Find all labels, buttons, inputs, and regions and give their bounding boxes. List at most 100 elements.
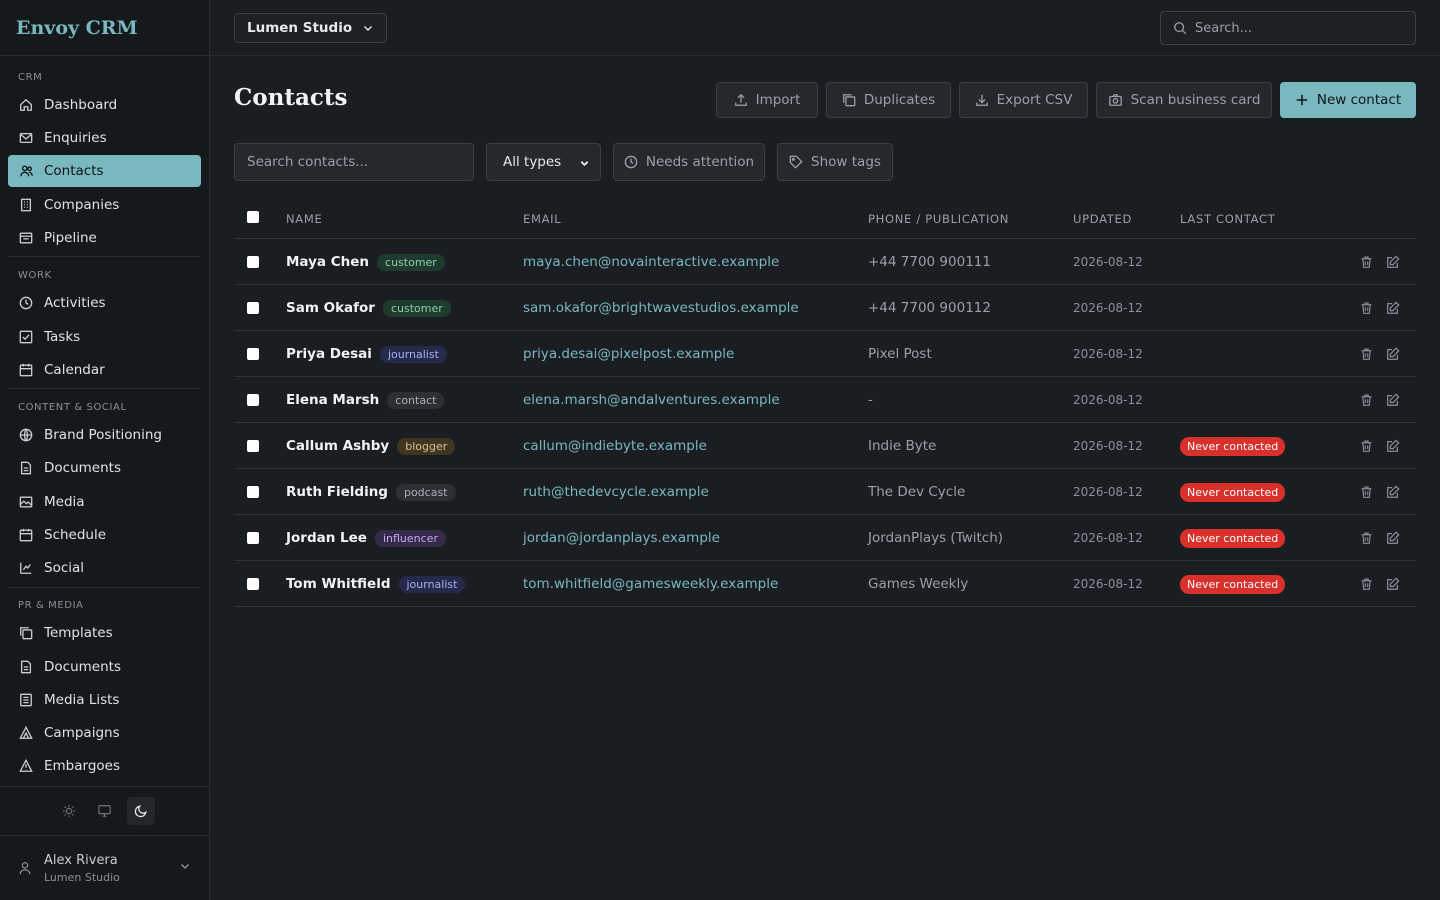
- row-checkbox[interactable]: [247, 256, 259, 268]
- duplicates-button[interactable]: Duplicates: [826, 82, 951, 118]
- select-all-checkbox[interactable]: [247, 211, 259, 223]
- sidebar-item-media-lists[interactable]: Media Lists: [8, 684, 201, 716]
- sidebar-item-embargoes[interactable]: Embargoes: [8, 750, 201, 782]
- global-search-input[interactable]: Search...: [1160, 11, 1416, 45]
- sidebar-item-enquiries[interactable]: Enquiries: [8, 122, 201, 154]
- contact-email-link[interactable]: elena.marsh@andalventures.example: [523, 377, 780, 423]
- sidebar-item-label: Social: [44, 560, 85, 576]
- table-row[interactable]: Tom Whitfield journalist tom.whitfield@gam…: [234, 561, 1416, 607]
- contact-type-select[interactable]: All types: [486, 143, 601, 181]
- contact-name-cell[interactable]: Elena Marsh contact: [286, 377, 445, 423]
- table-row[interactable]: Jordan Lee influencer jordan@jordanplays.e…: [234, 515, 1416, 561]
- delete-icon[interactable]: [1360, 347, 1373, 361]
- contact-name-cell[interactable]: Sam Okafor customer: [286, 285, 451, 331]
- delete-icon[interactable]: [1360, 439, 1373, 453]
- column-header-name[interactable]: NAME: [286, 212, 322, 226]
- contact-email-link[interactable]: priya.desai@pixelpost.example: [523, 331, 734, 377]
- row-checkbox[interactable]: [247, 578, 259, 590]
- edit-icon[interactable]: [1386, 393, 1400, 407]
- delete-icon[interactable]: [1360, 393, 1373, 407]
- sidebar-item-companies[interactable]: Companies: [8, 189, 201, 221]
- edit-icon[interactable]: [1386, 485, 1400, 499]
- contact-name-cell[interactable]: Ruth Fielding podcast: [286, 469, 456, 515]
- row-checkbox[interactable]: [247, 394, 259, 406]
- sidebar-item-activities[interactable]: Activities: [8, 287, 201, 319]
- row-checkbox[interactable]: [247, 486, 259, 498]
- delete-icon[interactable]: [1360, 301, 1373, 315]
- chevron-down-icon: [362, 22, 374, 34]
- column-header-updated[interactable]: UPDATED: [1073, 212, 1132, 226]
- theme-light-button[interactable]: [55, 797, 83, 825]
- contact-email-link[interactable]: jordan@jordanplays.example: [523, 515, 720, 561]
- scan-business-card-button[interactable]: Scan business card: [1096, 82, 1272, 118]
- sidebar-item-schedule[interactable]: Schedule: [8, 519, 201, 551]
- delete-icon[interactable]: [1360, 531, 1373, 545]
- topbar: Lumen Studio Search...: [210, 0, 1440, 56]
- edit-icon[interactable]: [1386, 255, 1400, 269]
- contact-email-link[interactable]: sam.okafor@brightwavestudios.example: [523, 285, 799, 331]
- export-csv-button[interactable]: Export CSV: [959, 82, 1088, 118]
- contact-type-badge: journalist: [398, 575, 466, 593]
- table-row[interactable]: Sam Okafor customer sam.okafor@brightwaves…: [234, 285, 1416, 331]
- user-menu[interactable]: Alex Rivera Lumen Studio: [0, 836, 209, 900]
- sidebar-item-campaigns[interactable]: Campaigns: [8, 717, 201, 749]
- needs-attention-button[interactable]: Needs attention: [613, 143, 765, 181]
- delete-icon[interactable]: [1360, 577, 1373, 591]
- column-header-last-contact[interactable]: LAST CONTACT: [1180, 212, 1275, 226]
- row-checkbox[interactable]: [247, 440, 259, 452]
- row-actions: [1360, 515, 1400, 561]
- contact-name-cell[interactable]: Priya Desai journalist: [286, 331, 447, 377]
- brand-logo[interactable]: Envoy CRM: [0, 0, 209, 56]
- table-row[interactable]: Elena Marsh contact elena.marsh@andalventu…: [234, 377, 1416, 423]
- sidebar-item-social[interactable]: Social: [8, 552, 201, 584]
- never-contacted-badge: Never contacted: [1180, 436, 1286, 456]
- row-checkbox[interactable]: [247, 532, 259, 544]
- nav-section-work: WORK: [18, 270, 52, 281]
- edit-icon[interactable]: [1386, 577, 1400, 591]
- theme-dark-button[interactable]: [126, 797, 155, 825]
- contact-name-cell[interactable]: Jordan Lee influencer: [286, 515, 446, 561]
- check-square-icon: [18, 329, 34, 345]
- table-row[interactable]: Ruth Fielding podcast ruth@thedevcycle.exa…: [234, 469, 1416, 515]
- sidebar-item-contacts[interactable]: Contacts: [8, 155, 201, 187]
- row-checkbox[interactable]: [247, 348, 259, 360]
- edit-icon[interactable]: [1386, 347, 1400, 361]
- contact-email-link[interactable]: maya.chen@novainteractive.example: [523, 239, 779, 285]
- delete-icon[interactable]: [1360, 255, 1373, 269]
- sidebar-item-brand-positioning[interactable]: Brand Positioning: [8, 419, 201, 451]
- sidebar-item-dashboard[interactable]: Dashboard: [8, 89, 201, 121]
- column-header-phone[interactable]: PHONE / PUBLICATION: [868, 212, 1009, 226]
- row-checkbox[interactable]: [247, 302, 259, 314]
- delete-icon[interactable]: [1360, 485, 1373, 499]
- contact-name-cell[interactable]: Tom Whitfield journalist: [286, 561, 466, 607]
- sidebar-item-tasks[interactable]: Tasks: [8, 321, 201, 353]
- contact-name-cell[interactable]: Maya Chen customer: [286, 239, 445, 285]
- sidebar-item-pr-documents[interactable]: Documents: [8, 651, 201, 683]
- theme-system-button[interactable]: [91, 797, 119, 825]
- new-contact-button[interactable]: New contact: [1280, 82, 1416, 118]
- contact-search-input[interactable]: Search contacts...: [234, 143, 474, 181]
- table-row[interactable]: Maya Chen customer maya.chen@novainteracti…: [234, 239, 1416, 285]
- row-actions: [1360, 469, 1400, 515]
- contact-updated-date: 2026-08-12: [1073, 301, 1143, 315]
- show-tags-button[interactable]: Show tags: [777, 143, 893, 181]
- edit-icon[interactable]: [1386, 531, 1400, 545]
- sidebar-item-documents[interactable]: Documents: [8, 452, 201, 484]
- contact-name: Elena Marsh: [286, 392, 380, 408]
- import-button[interactable]: Import: [716, 82, 818, 118]
- contact-name-cell[interactable]: Callum Ashby blogger: [286, 423, 456, 469]
- edit-icon[interactable]: [1386, 301, 1400, 315]
- sidebar-item-calendar[interactable]: Calendar: [8, 354, 201, 386]
- sidebar-item-media[interactable]: Media: [8, 486, 201, 518]
- workspace-switcher[interactable]: Lumen Studio: [234, 13, 388, 43]
- table-row[interactable]: Callum Ashby blogger callum@indiebyte.exam…: [234, 423, 1416, 469]
- sidebar-item-templates[interactable]: Templates: [8, 617, 201, 649]
- contact-email-link[interactable]: tom.whitfield@gamesweekly.example: [523, 561, 778, 607]
- edit-icon[interactable]: [1386, 439, 1400, 453]
- home-icon: [18, 97, 34, 113]
- table-row[interactable]: Priya Desai journalist priya.desai@pixelpo…: [234, 331, 1416, 377]
- contact-email-link[interactable]: ruth@thedevcycle.example: [523, 469, 709, 515]
- contact-email-link[interactable]: callum@indiebyte.example: [523, 423, 707, 469]
- column-header-email[interactable]: EMAIL: [523, 212, 561, 226]
- sidebar-item-pipeline[interactable]: Pipeline: [8, 222, 201, 254]
